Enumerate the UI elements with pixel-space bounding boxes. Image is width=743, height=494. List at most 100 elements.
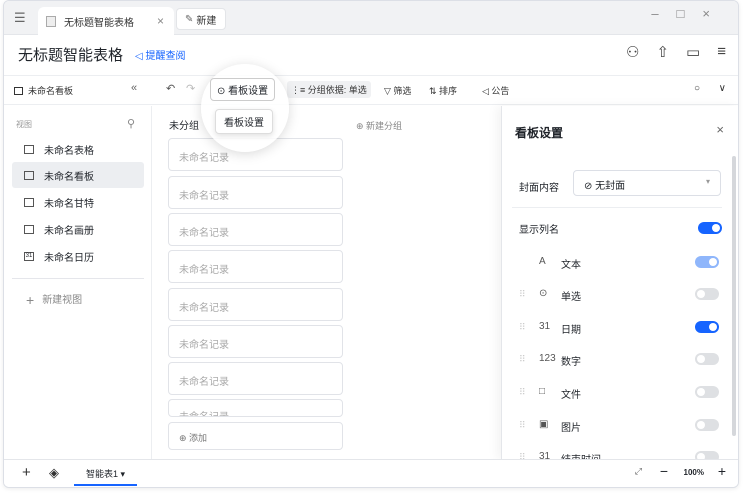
new-view-label: 新建视图 bbox=[42, 295, 83, 306]
field-toggle[interactable] bbox=[695, 386, 719, 398]
file-field-icon: □ bbox=[539, 386, 546, 397]
field-toggle[interactable] bbox=[695, 256, 719, 268]
edit-icon: ✎ bbox=[185, 13, 194, 25]
tab-document[interactable]: 无标题智能表格 × bbox=[38, 7, 174, 35]
drag-handle-icon[interactable]: ⠿ bbox=[519, 354, 526, 365]
zoom-level: 100% bbox=[683, 468, 704, 477]
collapse-sidebar-icon[interactable]: « bbox=[131, 82, 137, 94]
show-columns-label: 显示列名 bbox=[519, 225, 559, 236]
sidebar-item-kanban[interactable]: 未命名看板 bbox=[12, 162, 144, 188]
scrollbar[interactable] bbox=[732, 156, 736, 436]
view-sidebar: 视图 ⚲ 未命名表格 未命名看板 未命名甘特 未命名画册 31 未命名日历 + 新建… bbox=[4, 106, 152, 460]
header-actions: ⚇ ⇧ ▭ ≡ bbox=[626, 43, 726, 61]
remind-label: 提醒查阅 bbox=[145, 51, 186, 62]
sidebar-item-gantt[interactable]: 未命名甘特 bbox=[12, 189, 144, 215]
share-icon[interactable]: ⇧ bbox=[656, 43, 669, 61]
new-group-button[interactable]: ⊕ 新建分组 bbox=[356, 119, 402, 132]
show-columns-toggle[interactable] bbox=[698, 222, 722, 234]
search-icon[interactable]: ○ bbox=[694, 83, 700, 94]
add-user-icon[interactable]: ⚇ bbox=[626, 43, 639, 61]
toolbar: 未命名看板 « ↶ ↷ ⋮≡ 分组依据: 单选 ▽ 筛选 ⇅ 排序 ◁ 公告 ○… bbox=[4, 75, 738, 105]
cover-select[interactable]: ⊘ 无封面 ▾ bbox=[573, 170, 721, 196]
cover-value: 无封面 bbox=[595, 181, 626, 192]
field-label: 文件 bbox=[561, 390, 581, 401]
kanban-card[interactable]: 未命名记录 bbox=[168, 362, 343, 395]
drag-handle-icon[interactable]: ⠿ bbox=[519, 387, 526, 398]
more-menu-icon[interactable]: ≡ bbox=[717, 43, 726, 61]
group-by-button[interactable]: ⋮≡ 分组依据: 单选 bbox=[287, 81, 371, 98]
pin-icon[interactable]: ⚲ bbox=[127, 117, 135, 130]
field-label: 数字 bbox=[561, 357, 581, 368]
kanban-card[interactable]: 未命名记录 bbox=[168, 399, 343, 417]
zoom-in-icon[interactable]: + bbox=[718, 463, 726, 479]
field-label: 图片 bbox=[561, 423, 581, 434]
kanban-card[interactable]: 未命名记录 bbox=[168, 325, 343, 358]
kanban-card[interactable]: 未命名记录 bbox=[168, 250, 343, 283]
sidebar-item-label: 未命名看板 bbox=[44, 171, 94, 183]
fullscreen-icon[interactable]: ⤢ bbox=[635, 466, 642, 477]
current-view[interactable]: 未命名看板 bbox=[14, 84, 73, 97]
new-tab-label: 新建 bbox=[196, 15, 217, 27]
kanban-settings-panel: 看板设置 × 封面内容 ⊘ 无封面 ▾ 显示列名 A 文本 ⠿ ⊙ 单选 ⠿ 31 日期 ⠿… bbox=[501, 106, 738, 460]
sidebar-item-calendar[interactable]: 31 未命名日历 bbox=[12, 243, 144, 269]
notice-button[interactable]: ◁ 公告 bbox=[482, 84, 509, 97]
sheet-tab[interactable]: 智能表1 ▾ bbox=[74, 460, 138, 486]
close-tab-icon[interactable]: × bbox=[157, 14, 164, 28]
divider bbox=[512, 207, 722, 208]
close-window-icon[interactable]: × bbox=[702, 6, 728, 21]
field-row-single-select: ⠿ ⊙ 单选 bbox=[519, 286, 719, 306]
sort-button[interactable]: ⇅ 排序 bbox=[429, 84, 457, 97]
table-icon bbox=[24, 144, 34, 154]
panel-title: 看板设置 bbox=[515, 126, 564, 140]
tooltip: 看板设置 bbox=[215, 109, 273, 134]
column-header: 未分组 bbox=[169, 121, 199, 132]
app-window: ☰ 无标题智能表格 × ✎ 新建 –□× 无标题智能表格 ◁ 提醒查阅 ⚇ ⇧ … bbox=[3, 0, 739, 488]
page-title: 无标题智能表格 bbox=[18, 47, 124, 64]
redo-icon[interactable]: ↷ bbox=[186, 82, 195, 95]
menu-icon[interactable]: ☰ bbox=[14, 10, 26, 26]
drag-handle-icon[interactable]: ⠿ bbox=[519, 289, 526, 300]
sidebar-item-gallery[interactable]: 未命名画册 bbox=[12, 216, 144, 242]
comment-icon[interactable]: ▭ bbox=[686, 43, 700, 61]
field-row-number: ⠿ 123 数字 bbox=[519, 351, 719, 371]
filter-button[interactable]: ▽ 筛选 bbox=[384, 84, 411, 97]
kanban-card[interactable]: 未命名记录 bbox=[168, 288, 343, 321]
field-toggle[interactable] bbox=[695, 419, 719, 431]
add-record-button[interactable]: ⊕ 添加 bbox=[168, 422, 343, 450]
new-tab-button[interactable]: ✎ 新建 bbox=[176, 8, 226, 30]
sidebar-header: 视图 bbox=[16, 120, 32, 129]
field-label: 文本 bbox=[561, 260, 581, 271]
add-sheet-icon[interactable]: + bbox=[22, 464, 31, 481]
sort-label: 排序 bbox=[439, 86, 458, 96]
close-icon[interactable]: × bbox=[716, 122, 724, 137]
sidebar-item-label: 未命名画册 bbox=[44, 225, 94, 237]
field-toggle[interactable] bbox=[695, 321, 719, 333]
gallery-icon bbox=[24, 224, 34, 234]
field-row-text: A 文本 bbox=[519, 254, 719, 274]
sidebar-item-table[interactable]: 未命名表格 bbox=[12, 136, 144, 162]
group-by-label: 分组依据: 单选 bbox=[307, 85, 367, 95]
field-row-file: ⠿ □ 文件 bbox=[519, 384, 719, 404]
drag-handle-icon[interactable]: ⠿ bbox=[519, 420, 526, 431]
remind-link[interactable]: ◁ 提醒查阅 bbox=[135, 47, 185, 62]
chevron-down-icon[interactable]: ∨ bbox=[719, 83, 726, 94]
zoom-out-icon[interactable]: − bbox=[660, 463, 668, 479]
maximize-icon[interactable]: □ bbox=[677, 6, 703, 21]
layers-icon[interactable]: ◈ bbox=[49, 465, 59, 481]
kanban-card[interactable]: 未命名记录 bbox=[168, 176, 343, 209]
kanban-settings-button[interactable]: ⊙ 看板设置 bbox=[210, 78, 276, 101]
field-toggle[interactable] bbox=[695, 353, 719, 365]
bottom-bar: + ◈ 智能表1 ▾ ⤢ − 100% + bbox=[4, 459, 738, 487]
tab-bar: ☰ 无标题智能表格 × ✎ 新建 –□× bbox=[4, 1, 738, 35]
sidebar-item-label: 未命名甘特 bbox=[44, 198, 94, 210]
minimize-icon[interactable]: – bbox=[651, 6, 676, 21]
new-group-label: 新建分组 bbox=[366, 121, 403, 131]
sheet-tab-label: 智能表1 bbox=[86, 469, 119, 479]
field-toggle[interactable] bbox=[695, 288, 719, 300]
current-view-label: 未命名看板 bbox=[28, 86, 74, 96]
undo-icon[interactable]: ↶ bbox=[166, 82, 175, 95]
drag-handle-icon[interactable]: ⠿ bbox=[519, 322, 526, 333]
kanban-card[interactable]: 未命名记录 bbox=[168, 213, 343, 246]
single-select-icon: ⊙ bbox=[539, 288, 548, 299]
new-view-button[interactable]: + 新建视图 bbox=[26, 291, 82, 308]
